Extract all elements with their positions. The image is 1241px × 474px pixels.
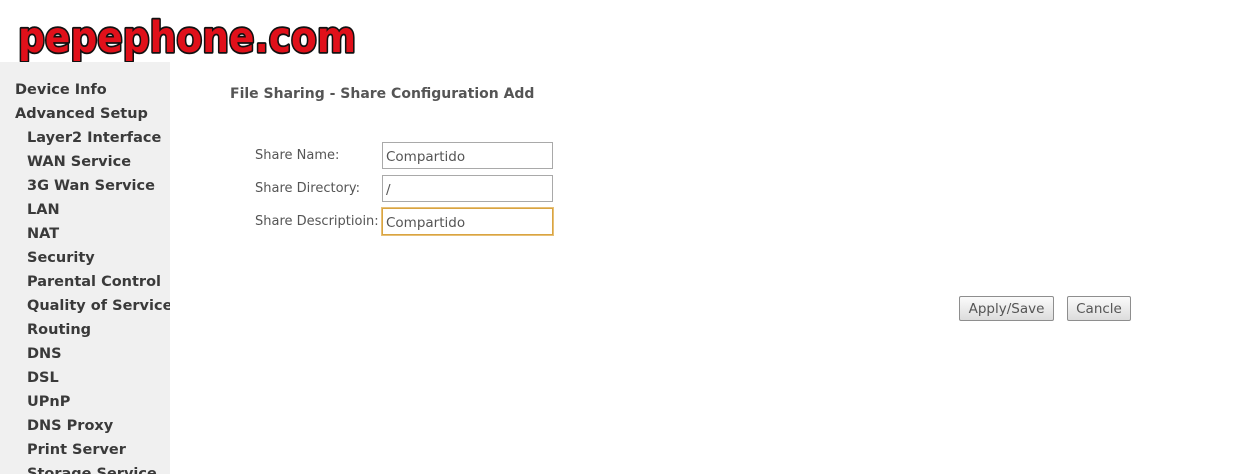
logo-text: pepephone.com [18,13,356,63]
share-description-input[interactable] [382,208,553,235]
sidebar-item-lan[interactable]: LAN [0,202,170,226]
share-directory-input[interactable] [382,175,553,202]
sidebar-item-quality-of-service[interactable]: Quality of Service [0,298,170,322]
sidebar-item-security[interactable]: Security [0,250,170,274]
page: pepephone.com Device Info Advanced Setup… [0,0,1241,474]
sidebar-item-print-server[interactable]: Print Server [0,442,170,466]
logo-wordmark: pepephone.com [16,11,358,64]
share-description-label: Share Descriptioin: [255,214,379,229]
sidebar: Device Info Advanced Setup Layer2 Interf… [0,62,170,474]
pepephone-logo[interactable]: pepephone.com [14,8,364,64]
sidebar-item-layer2-interface[interactable]: Layer2 Interface [0,130,170,154]
cancel-button[interactable]: Cancle [1067,296,1131,321]
share-directory-row: Share Directory: [255,175,575,202]
sidebar-item-nat[interactable]: NAT [0,226,170,250]
sidebar-item-wan-service[interactable]: WAN Service [0,154,170,178]
share-description-row: Share Descriptioin: [255,208,575,235]
sidebar-item-upnp[interactable]: UPnP [0,394,170,418]
page-title: File Sharing - Share Configuration Add [230,86,535,102]
sidebar-item-parental-control[interactable]: Parental Control [0,274,170,298]
share-directory-label: Share Directory: [255,181,360,196]
sidebar-item-dsl[interactable]: DSL [0,370,170,394]
sidebar-item-device-info[interactable]: Device Info [0,82,170,106]
sidebar-item-routing[interactable]: Routing [0,322,170,346]
share-name-row: Share Name: [255,142,575,169]
share-name-input[interactable] [382,142,553,169]
sidebar-item-advanced-setup[interactable]: Advanced Setup [0,106,170,130]
sidebar-menu: Device Info Advanced Setup Layer2 Interf… [0,62,170,474]
sidebar-item-storage-service[interactable]: Storage Service [0,466,170,474]
sidebar-item-dns-proxy[interactable]: DNS Proxy [0,418,170,442]
share-name-label: Share Name: [255,148,340,163]
sidebar-item-dns[interactable]: DNS [0,346,170,370]
apply-save-button[interactable]: Apply/Save [959,296,1054,321]
sidebar-item-3g-wan-service[interactable]: 3G Wan Service [0,178,170,202]
